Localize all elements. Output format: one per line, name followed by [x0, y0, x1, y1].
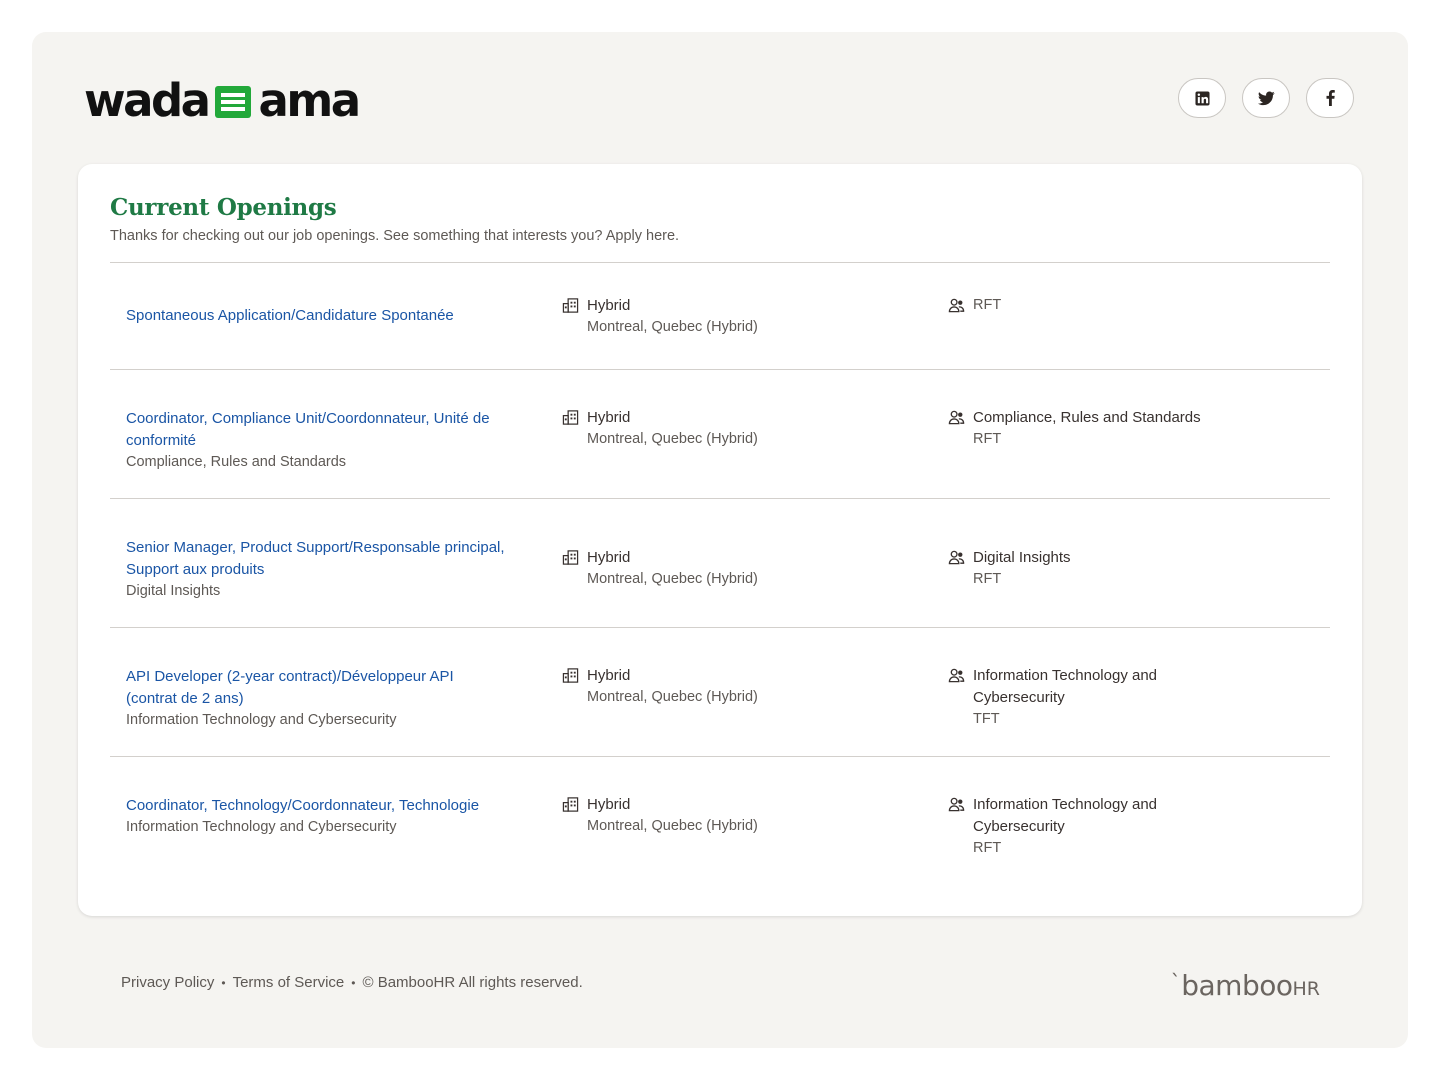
- location-type: Hybrid: [587, 549, 631, 566]
- job-department: Information Technology and Cybersecurity…: [948, 794, 1208, 859]
- job-title-link[interactable]: API Developer (2-year contract)/Développ…: [126, 666, 506, 710]
- logo-text-left: wada: [84, 73, 211, 127]
- job-location: Hybrid Montreal, Quebec (Hybrid): [562, 547, 882, 590]
- job-title-link[interactable]: Coordinator, Compliance Unit/Coordonnate…: [126, 408, 506, 452]
- linkedin-icon: [1194, 90, 1210, 106]
- job-row: Coordinator, Compliance Unit/Coordonnate…: [110, 369, 1330, 498]
- people-icon: [948, 668, 965, 683]
- footer-links: Privacy Policy • Terms of Service • © Ba…: [121, 974, 583, 991]
- social-links: [1178, 78, 1354, 118]
- company-logo[interactable]: wada ama: [84, 73, 362, 127]
- location-type: Hybrid: [587, 796, 631, 813]
- job-location: Hybrid Montreal, Quebec (Hybrid): [562, 407, 882, 450]
- logo-mark-icon: [214, 86, 251, 118]
- department-name: Compliance, Rules and Standards: [973, 409, 1201, 426]
- building-icon: [562, 668, 579, 683]
- job-title-link[interactable]: Senior Manager, Product Support/Responsa…: [126, 537, 506, 581]
- facebook-icon: [1326, 90, 1335, 106]
- facebook-button[interactable]: [1306, 78, 1354, 118]
- job-info: Coordinator, Compliance Unit/Coordonnate…: [126, 408, 506, 473]
- location-text: Montreal, Quebec (Hybrid): [587, 431, 758, 447]
- job-row: Senior Manager, Product Support/Responsa…: [110, 498, 1330, 627]
- job-location: Hybrid Montreal, Quebec (Hybrid): [562, 665, 882, 708]
- brand-main: bamboo: [1181, 969, 1293, 1002]
- job-title-link[interactable]: Coordinator, Technology/Coordonnateur, T…: [126, 795, 506, 817]
- location-type: Hybrid: [587, 667, 631, 684]
- job-info: Senior Manager, Product Support/Responsa…: [126, 537, 506, 602]
- brand-hr: HR: [1292, 978, 1321, 1000]
- location-type: Hybrid: [587, 409, 631, 426]
- separator-dot: •: [221, 975, 226, 990]
- job-department-text: Compliance, Rules and Standards: [126, 454, 347, 470]
- location-text: Montreal, Quebec (Hybrid): [587, 689, 758, 705]
- job-department-text: Information Technology and Cybersecurity: [126, 819, 397, 835]
- location-text: Montreal, Quebec (Hybrid): [587, 818, 758, 834]
- department-name: Information Technology and Cybersecurity: [973, 796, 1158, 835]
- separator-dot: •: [351, 975, 356, 990]
- job-department: Compliance, Rules and Standards RFT: [948, 407, 1208, 450]
- building-icon: [562, 797, 579, 812]
- job-row: Coordinator, Technology/Coordonnateur, T…: [110, 756, 1330, 885]
- job-department: Digital Insights RFT: [948, 547, 1208, 590]
- openings-card: Current Openings Thanks for checking out…: [78, 164, 1362, 916]
- employment-type: TFT: [973, 711, 1000, 727]
- copyright-text: © BambooHR All rights reserved.: [362, 974, 583, 991]
- terms-of-service-link[interactable]: Terms of Service: [233, 974, 345, 991]
- employment-type: RFT: [973, 840, 1002, 856]
- job-row: Spontaneous Application/Candidature Spon…: [110, 262, 1330, 369]
- people-icon: [948, 797, 965, 812]
- building-icon: [562, 410, 579, 425]
- building-icon: [562, 298, 579, 313]
- job-row: API Developer (2-year contract)/Développ…: [110, 627, 1330, 756]
- job-info: Coordinator, Technology/Coordonnateur, T…: [126, 795, 506, 838]
- page-subtitle: Thanks for checking out our job openings…: [110, 228, 680, 244]
- privacy-policy-link[interactable]: Privacy Policy: [121, 974, 214, 991]
- header: wada ama: [84, 73, 1354, 127]
- job-info: API Developer (2-year contract)/Développ…: [126, 666, 506, 731]
- job-location: Hybrid Montreal, Quebec (Hybrid): [562, 794, 882, 837]
- logo-text-right: ama: [258, 73, 362, 127]
- building-icon: [562, 550, 579, 565]
- department-name: Information Technology and Cybersecurity: [973, 667, 1158, 706]
- page-frame: wada ama Current Openings Thanks for che…: [32, 32, 1408, 1048]
- job-list: Spontaneous Application/Candidature Spon…: [110, 262, 1330, 885]
- employment-type: RFT: [973, 431, 1002, 447]
- bamboohr-logo[interactable]: ˋbambooHR: [1171, 972, 1320, 1000]
- employment-type: RFT: [973, 571, 1002, 587]
- job-department-text: Information Technology and Cybersecurity: [126, 712, 397, 728]
- job-department: Information Technology and Cybersecurity…: [948, 665, 1208, 730]
- people-icon: [948, 298, 965, 313]
- people-icon: [948, 550, 965, 565]
- people-icon: [948, 410, 965, 425]
- linkedin-button[interactable]: [1178, 78, 1226, 118]
- twitter-icon: [1257, 90, 1275, 105]
- job-info: Spontaneous Application/Candidature Spon…: [126, 305, 506, 327]
- department-name: Digital Insights: [973, 549, 1071, 566]
- location-text: Montreal, Quebec (Hybrid): [587, 571, 758, 587]
- job-department: RFT: [948, 295, 1208, 316]
- footer: Privacy Policy • Terms of Service • © Ba…: [121, 972, 1320, 1004]
- job-department-text: Digital Insights: [126, 583, 221, 599]
- twitter-button[interactable]: [1242, 78, 1290, 118]
- leaf-icon: ˋ: [1170, 970, 1181, 994]
- employment-type: RFT: [973, 297, 1002, 313]
- job-location: Hybrid Montreal, Quebec (Hybrid): [562, 295, 882, 338]
- location-type: Hybrid: [587, 297, 631, 314]
- location-text: Montreal, Quebec (Hybrid): [587, 319, 758, 335]
- page-title: Current Openings: [110, 194, 337, 221]
- job-title-link[interactable]: Spontaneous Application/Candidature Spon…: [126, 305, 506, 327]
